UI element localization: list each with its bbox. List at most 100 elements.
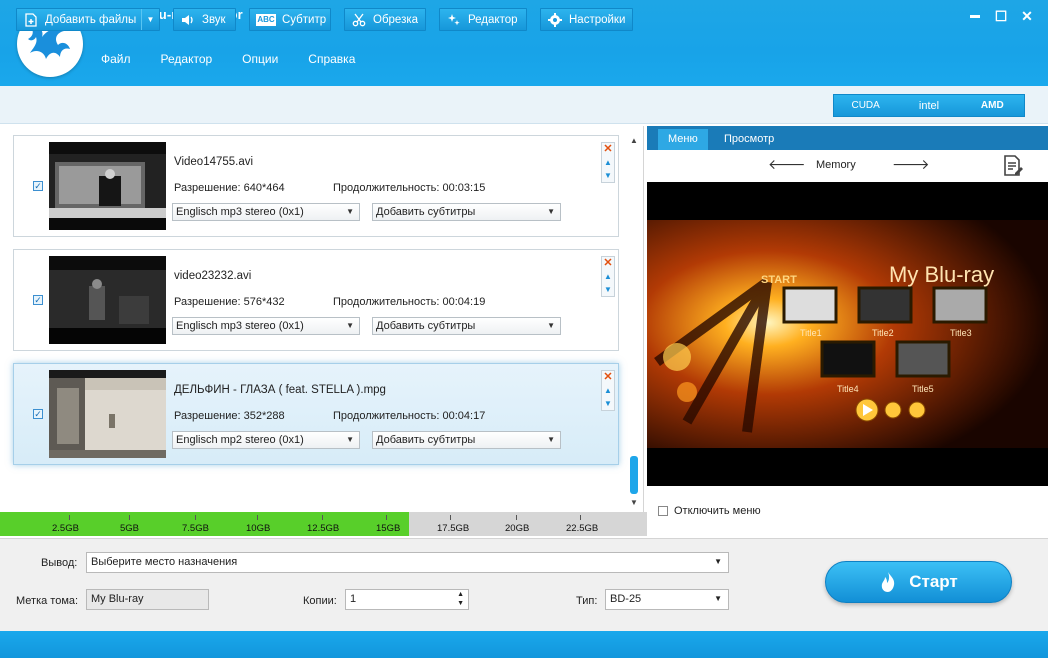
amd-badge: AMD [980,100,1004,111]
move-up-icon[interactable]: ▲ [602,270,614,283]
remove-icon[interactable]: ✕ [602,371,614,384]
scrollbar-thumb[interactable] [630,456,638,494]
subtitle-button[interactable]: ABC Субтитр [249,8,331,31]
item-controls: ✕ ▲ ▼ [601,370,615,411]
file-name: ДЕЛЬФИН - ГЛАЗА ( feat. STELLA ).mpg [174,384,386,396]
copies-value: 1 [350,593,357,605]
scissors-icon [351,13,367,27]
audio-button[interactable]: Звук [173,8,236,31]
tab-menu[interactable]: Меню [658,129,708,150]
add-files-button[interactable]: Добавить файлы ▼ [16,8,160,31]
file-list-scrollbar[interactable]: ▲ ▼ [628,136,640,510]
preview-tabs: Меню Просмотр [647,126,1048,150]
tab-preview[interactable]: Просмотр [714,129,784,150]
trim-button[interactable]: Обрезка [344,8,426,31]
chevron-down-icon: ▼ [714,594,722,603]
menu-options[interactable]: Опции [227,50,293,68]
copies-stepper[interactable]: 1 ▲ ▼ [345,589,469,610]
menu-bar: Файл Редактор Опции Справка [86,50,370,68]
add-files-dropdown-icon[interactable]: ▼ [141,9,159,30]
move-up-icon[interactable]: ▲ [602,384,614,397]
remove-icon[interactable]: ✕ [602,143,614,156]
audio-label: Звук [202,13,226,26]
capacity-tick: 15GB [376,523,401,534]
disc-type-select[interactable]: BD-25 ▼ [605,589,729,610]
subtitle-select[interactable]: Добавить субтитры ▼ [372,317,561,335]
capacity-tick: 20GB [505,523,530,534]
speaker-icon [180,13,196,27]
remove-icon[interactable]: ✕ [602,257,614,270]
subtitle-value: Добавить субтитры [376,320,476,332]
menu-file[interactable]: Файл [86,50,146,68]
scroll-down-icon[interactable]: ▼ [630,498,638,507]
add-file-icon [23,12,39,27]
item-controls: ✕ ▲ ▼ [601,256,615,297]
preview-footer: Отключить меню [647,486,1048,538]
file-checkbox[interactable]: ✓ [33,409,43,419]
file-item[interactable]: ✓ Video14755.avi Разрешение: 640*464 Про… [13,135,619,237]
gear-icon [547,12,563,27]
move-down-icon[interactable]: ▼ [602,283,614,296]
file-checkbox[interactable]: ✓ [33,295,43,305]
maximize-button[interactable]: ☐ [988,6,1014,26]
chevron-down-icon: ▼ [547,207,555,216]
chevron-down-icon: ▼ [714,557,722,566]
volume-label: Метка тома: [16,595,79,607]
checkbox-box[interactable] [658,506,668,516]
file-item-selected[interactable]: ✓ ДЕЛЬФИН - ГЛАЗА ( feat. STELLA ).mpg Р… [13,363,619,465]
move-up-icon[interactable]: ▲ [602,156,614,169]
flame-icon [879,571,897,593]
menu-template-nav: 🡐 Memory 🡒 [647,150,1048,182]
stepper-arrows-icon[interactable]: ▲ ▼ [457,590,464,608]
file-resolution: Разрешение: 576*432 [174,296,285,308]
audio-track-select[interactable]: Englisch mp3 stereo (0x1) ▼ [172,317,360,335]
settings-button[interactable]: Настройки [540,8,633,31]
subtitle-value: Добавить субтитры [376,206,476,218]
chevron-down-icon: ▼ [346,321,354,330]
template-name: Memory [816,159,856,171]
video-thumbnail [49,256,166,344]
video-thumbnail [49,142,166,230]
file-duration: Продолжительность: 00:04:19 [333,296,486,308]
editor-button[interactable]: Редактор [439,8,527,31]
menu-editor[interactable]: Редактор [146,50,228,68]
scroll-up-icon[interactable]: ▲ [630,136,638,145]
capacity-tick: 7.5GB [182,523,209,534]
move-down-icon[interactable]: ▼ [602,169,614,182]
edit-template-icon[interactable] [1003,155,1023,180]
type-label: Тип: [576,595,598,607]
file-duration: Продолжительность: 00:04:17 [333,410,486,422]
file-item[interactable]: ✓ video23232.avi Разрешение: 576*432 Про… [13,249,619,351]
capacity-tick: 12.5GB [307,523,340,534]
volume-label-input[interactable]: My Blu-ray [86,589,209,610]
move-down-icon[interactable]: ▼ [602,397,614,410]
arrow-right-icon[interactable]: 🡒 [892,156,930,173]
capacity-tick: 17.5GB [437,523,470,534]
chapter-title: Title1 [800,328,822,338]
subtitle-select[interactable]: Добавить субтитры ▼ [372,203,561,221]
close-button[interactable]: ✕ [1014,6,1040,26]
output-destination-select[interactable]: Выберите место назначения ▼ [86,552,729,573]
start-button[interactable]: Старт [825,561,1012,603]
menu-help[interactable]: Справка [293,50,370,68]
minimize-button[interactable]: ▬ [962,6,988,26]
disable-menu-checkbox[interactable]: Отключить меню [658,505,761,517]
chevron-down-icon: ▼ [346,207,354,216]
capacity-tick: 2.5GB [52,523,79,534]
copies-label: Копии: [303,595,337,607]
output-destination-value: Выберите место назначения [91,556,238,568]
disc-capacity-bar: 2.5GB 5GB 7.5GB 10GB 12.5GB 15GB 17.5GB … [0,512,647,536]
subtitle-select[interactable]: Добавить субтитры ▼ [372,431,561,449]
chapter-title: Title3 [950,328,972,338]
audio-track-select[interactable]: Englisch mp2 stereo (0x1) ▼ [172,431,360,449]
audio-track-select[interactable]: Englisch mp3 stereo (0x1) ▼ [172,203,360,221]
subtitle-abc-icon: ABC [256,13,276,26]
file-checkbox[interactable]: ✓ [33,181,43,191]
chapter-title: Title4 [837,384,859,394]
arrow-left-icon[interactable]: 🡐 [768,156,806,173]
magic-sparkle-icon [446,13,462,27]
audio-track-value: Englisch mp3 stereo (0x1) [176,206,304,218]
trim-label: Обрезка [373,13,419,26]
start-label: Старт [909,572,958,591]
menu-preview: My Blu-ray START Title1 Title2 Title3 Ti… [647,182,1048,486]
